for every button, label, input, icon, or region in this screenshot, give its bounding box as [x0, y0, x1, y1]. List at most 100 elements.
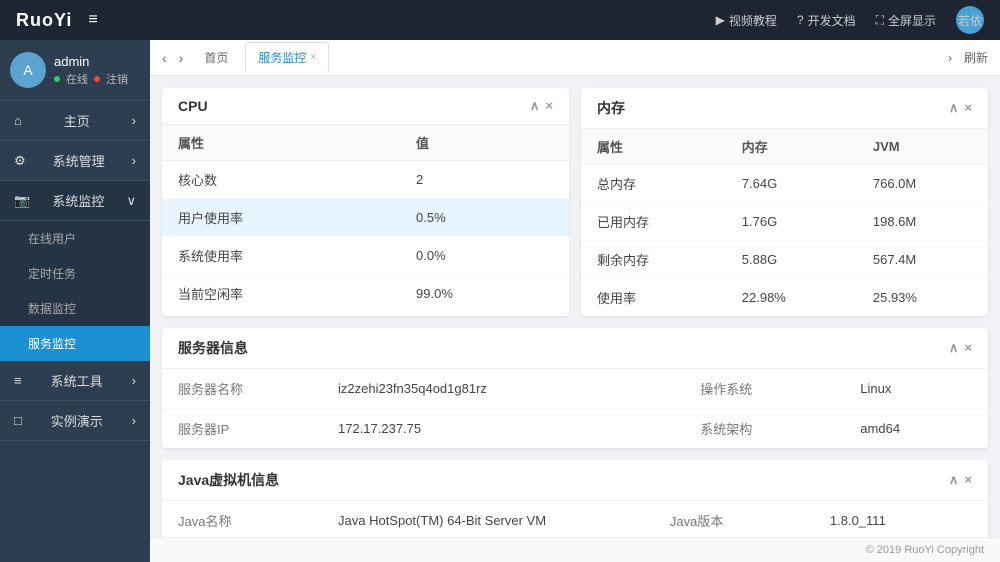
mem-row-attr: 使用率 [581, 279, 726, 317]
table-row: 当前空闲率99.0% [162, 275, 569, 313]
table-row: 剩余内存5.88G567.4M [581, 241, 988, 279]
mem-row-memory: 22.98% [726, 279, 857, 317]
mem-col-attr: 属性 [581, 129, 726, 165]
jvm-table: Java名称Java HotSpot(TM) 64-Bit Server VMJ… [162, 501, 988, 537]
monitor-icon: 📷 [14, 193, 30, 209]
server-close-btn[interactable]: × [964, 340, 972, 356]
tabs-back-btn[interactable]: ‹ [158, 48, 171, 68]
cpu-row-attr: 用户使用率 [162, 199, 400, 237]
tabs-refresh-btn[interactable]: 刷新 [960, 47, 992, 68]
header: RuoYi ≡ ▶ 视频教程 ? 开发文档 ⛶ 全屏显示 若依 [0, 0, 1000, 40]
jvm-label2: Java版本 [654, 501, 814, 537]
cpu-collapse-btn[interactable]: ∧ [530, 98, 540, 114]
table-row: 使用率22.98%25.93% [581, 279, 988, 317]
mem-row-jvm: 567.4M [857, 241, 988, 279]
jvm-value2: 1.8.0_111 [814, 501, 988, 537]
chevron-right-icon: › [132, 113, 136, 128]
cpu-card-body: 属性 值 核心数2用户使用率0.5%系统使用率0.0%当前空闲率99.0% [162, 125, 569, 312]
menu-toggle-icon[interactable]: ≡ [88, 11, 97, 29]
sidebar-item-sys-tools[interactable]: ≡ 系统工具 › [0, 361, 150, 401]
footer-text: © 2019 RuoYi Copyright [866, 544, 984, 556]
fullscreen-link[interactable]: ⛶ 全屏显示 [876, 12, 936, 29]
video-icon: ▶ [716, 13, 725, 27]
mem-row-memory: 7.64G [726, 165, 857, 203]
content-area: CPU ∧ × 属性 值 [150, 76, 1000, 537]
memory-card: 内存 ∧ × 属性 内存 JVM [581, 88, 988, 316]
sidebar: A admin 在线 注销 ⌂ 主页 › ⚙ 系统管理 › 📷 系统监控 [0, 40, 150, 562]
video-tutorial-link[interactable]: ▶ 视频教程 [716, 12, 777, 29]
mem-row-jvm: 198.6M [857, 203, 988, 241]
mem-row-jvm: 766.0M [857, 165, 988, 203]
logout-label[interactable]: 注销 [106, 71, 128, 87]
sidebar-item-cron-job[interactable]: 定时任务 [0, 256, 150, 291]
cpu-col-value: 值 [400, 125, 569, 161]
jvm-value1: Java HotSpot(TM) 64-Bit Server VM [322, 501, 654, 537]
username-label: admin [54, 54, 140, 69]
server-label2: 系统架构 [684, 409, 844, 449]
online-label[interactable]: 在线 [66, 71, 88, 87]
tabs-bar: ‹ › 首页 服务监控 × › 刷新 [150, 40, 1000, 76]
chevron-right-icon: › [132, 373, 136, 388]
fullscreen-icon: ⛶ [876, 13, 884, 28]
sidebar-item-sys-manage[interactable]: ⚙ 系统管理 › [0, 141, 150, 181]
sidebar-item-service-monitor[interactable]: 服务监控 [0, 326, 150, 361]
memory-close-btn[interactable]: × [964, 100, 972, 116]
jvm-collapse-btn[interactable]: ∧ [949, 472, 959, 488]
sidebar-item-data-monitor[interactable]: 数据监控 [0, 291, 150, 326]
mem-row-attr: 已用内存 [581, 203, 726, 241]
cpu-row-value: 2 [400, 161, 569, 199]
cpu-table: 属性 值 核心数2用户使用率0.5%系统使用率0.0%当前空闲率99.0% [162, 125, 569, 312]
cpu-row-value: 0.5% [400, 199, 569, 237]
sidebar-user-info: A admin 在线 注销 [0, 40, 150, 101]
server-value1: iz2zehi23fn35q4od1g81rz [322, 369, 684, 409]
sidebar-item-demo[interactable]: □ 实例演示 › [0, 401, 150, 441]
user-avatar[interactable]: 若依 [956, 6, 984, 34]
memory-card-body: 属性 内存 JVM 总内存7.64G766.0M已用内存1.76G198.6M剩… [581, 129, 988, 316]
sidebar-item-online-user[interactable]: 在线用户 [0, 221, 150, 256]
cpu-row-value: 99.0% [400, 275, 569, 313]
chevron-down-icon: ∨ [126, 193, 136, 209]
header-left: RuoYi ≡ [16, 10, 98, 31]
cards-row-1: CPU ∧ × 属性 值 [162, 88, 988, 316]
mem-row-memory: 5.88G [726, 241, 857, 279]
sidebar-item-home[interactable]: ⌂ 主页 › [0, 101, 150, 141]
tabs-scroll-right-btn[interactable]: › [944, 49, 956, 67]
chevron-right-icon: › [132, 413, 136, 428]
mem-row-attr: 总内存 [581, 165, 726, 203]
memory-card-header: 内存 ∧ × [581, 88, 988, 129]
tab-home[interactable]: 首页 [191, 42, 241, 73]
tabs-forward-btn[interactable]: › [175, 48, 188, 68]
jvm-card-header: Java虚拟机信息 ∧ × [162, 460, 988, 501]
server-card-body: 服务器名称iz2zehi23fn35q4od1g81rz操作系统Linux服务器… [162, 369, 988, 448]
server-card-title: 服务器信息 [178, 338, 248, 358]
home-icon: ⌂ [14, 113, 22, 128]
mem-row-jvm: 25.93% [857, 279, 988, 317]
user-details: admin 在线 注销 [54, 54, 140, 87]
memory-collapse-btn[interactable]: ∧ [949, 100, 959, 116]
chevron-right-icon: › [132, 153, 136, 168]
cpu-close-btn[interactable]: × [545, 98, 553, 114]
server-table: 服务器名称iz2zehi23fn35q4od1g81rz操作系统Linux服务器… [162, 369, 988, 448]
jvm-card: Java虚拟机信息 ∧ × Java名称Java HotSpot(TM) 64-… [162, 460, 988, 537]
jvm-card-title: Java虚拟机信息 [178, 470, 279, 490]
cpu-card-header: CPU ∧ × [162, 88, 569, 125]
gear-icon: ⚙ [14, 153, 26, 169]
user-status: 在线 注销 [54, 71, 140, 87]
table-row: 系统使用率0.0% [162, 237, 569, 275]
dev-docs-link[interactable]: ? 开发文档 [797, 12, 856, 29]
tab-close-icon[interactable]: × [310, 52, 316, 63]
table-row: 已用内存1.76G198.6M [581, 203, 988, 241]
server-collapse-btn[interactable]: ∧ [949, 340, 959, 356]
jvm-close-btn[interactable]: × [964, 472, 972, 488]
tools-icon: ≡ [14, 373, 22, 388]
cpu-card-controls: ∧ × [530, 98, 553, 114]
tabs-left: ‹ › 首页 服务监控 × [158, 42, 329, 73]
app-logo: RuoYi [16, 10, 72, 31]
layout: A admin 在线 注销 ⌂ 主页 › ⚙ 系统管理 › 📷 系统监控 [0, 40, 1000, 562]
table-row: 总内存7.64G766.0M [581, 165, 988, 203]
tabs-right: › 刷新 [944, 47, 992, 68]
server-label2: 操作系统 [684, 369, 844, 409]
tab-service-monitor[interactable]: 服务监控 × [245, 42, 329, 73]
memory-card-controls: ∧ × [949, 100, 972, 116]
sidebar-item-sys-monitor[interactable]: 📷 系统监控 ∨ [0, 181, 150, 221]
